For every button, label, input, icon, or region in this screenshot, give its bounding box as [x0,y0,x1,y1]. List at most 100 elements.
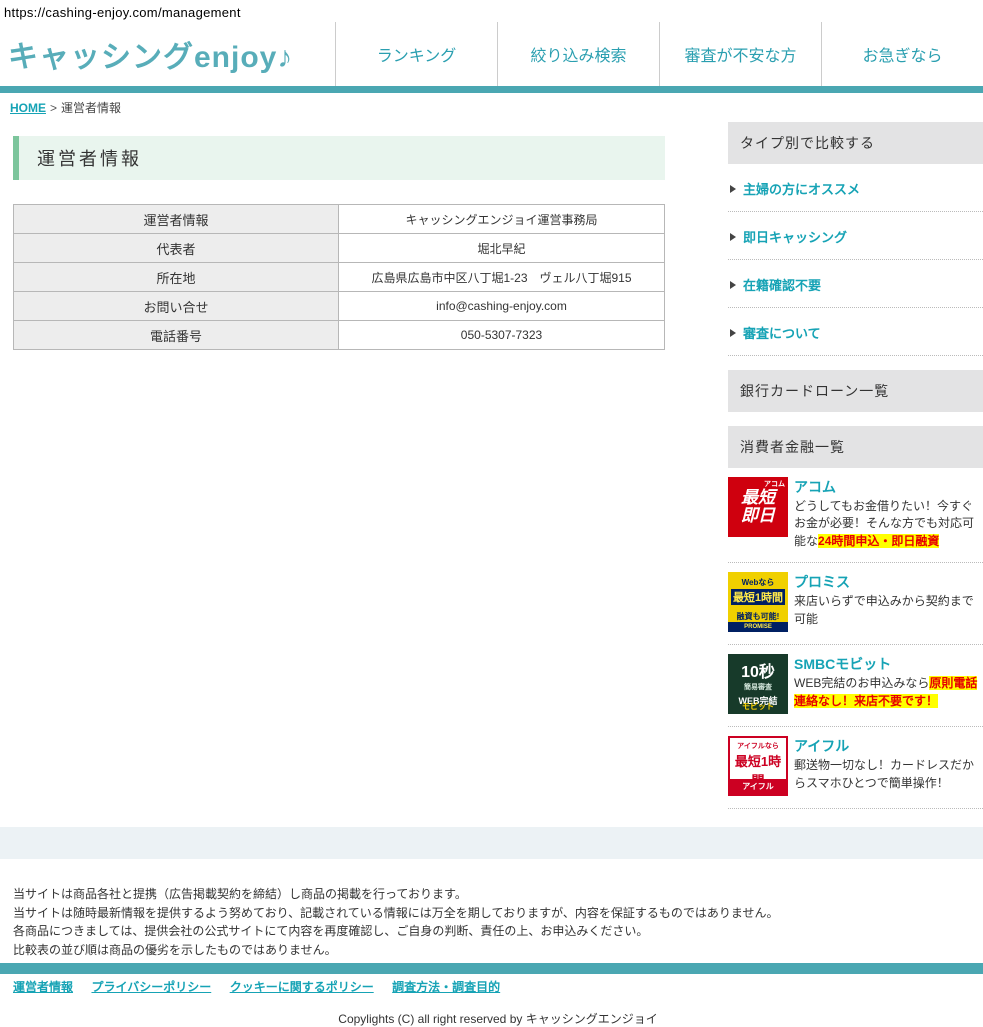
type-link-label[interactable]: 審査について [743,323,821,342]
nav-item-worried-about-screening[interactable]: 審査が不安な方 [659,22,821,86]
row-label: お問い合せ [14,292,339,321]
nav-item-ranking[interactable]: ランキング [335,22,497,86]
ad-item-smbc-mobit: 10秒 簡易審査 WEB完結 モビット SMBCモビット WEB完結のお申込みな… [728,645,983,727]
footer-link-survey-method[interactable]: 調査方法・調査目的 [392,980,500,994]
ad-thumb-text: 即日 [728,507,788,525]
row-label: 代表者 [14,234,339,263]
ad-desc-highlight: 24時間申込・即日融資 [818,534,939,548]
footer-link-privacy-policy[interactable]: プライバシーポリシー [91,980,211,994]
smbc-mobit-link[interactable]: SMBCモビット [794,654,891,674]
promise-link[interactable]: プロミス [794,572,850,592]
disclaimer-text: 当サイトは商品各社と提携（広告掲載契約を締結）し商品の掲載を行っております。 当… [13,885,983,959]
disclaimer-line: 当サイトは随時最新情報を提供するよう努めており、記載されている情報には万全を期し… [13,904,983,923]
breadcrumb: HOME > 運営者情報 [0,93,983,122]
triangle-bullet-icon [730,233,736,241]
ad-thumb-text: 簡易審査 [728,682,788,692]
page-title: 運営者情報 [37,145,142,171]
ad-thumb-text: Webなら [728,572,788,588]
ad-desc-text: 郵送物一切なし！カードレスだからスマホひとつで簡単操作！ [794,758,974,789]
acom-link[interactable]: アコム [794,477,836,497]
sidebar-item-about-screening[interactable]: 審査について [728,308,983,356]
type-link-label[interactable]: 即日キャッシング [743,227,847,246]
sidebar-header-bank-card-loans: 銀行カードローン一覧 [728,370,983,412]
main-column: 運営者情報 運営者情報 キャッシングエンジョイ運営事務局 代表者 堀北早紀 所在… [13,122,665,350]
breadcrumb-home-link[interactable]: HOME [10,101,46,115]
table-row: 所在地 広島県広島市中区八丁堀1-23 ヴェル八丁堀915 [14,263,665,292]
operator-info-table: 運営者情報 キャッシングエンジョイ運営事務局 代表者 堀北早紀 所在地 広島県広… [13,204,665,350]
row-value: キャッシングエンジョイ運営事務局 [339,205,665,234]
nav-item-in-a-hurry[interactable]: お急ぎなら [821,22,983,86]
ad-thumb-brand: アイフル [730,779,786,794]
aiful-ad-banner-image[interactable]: アイフルなら 最短1時間 融資も可能! アイフル [728,736,788,796]
triangle-bullet-icon [730,281,736,289]
ad-body: アコム どうしてもお金借りたい！今すぐお金が必要！そんな方でも対応可能な24時間… [794,477,983,550]
copyright-text: Copylights (C) all right reserved by キャッ… [13,1010,983,1027]
triangle-bullet-icon [730,329,736,337]
main-nav: ランキング 絞り込み検索 審査が不安な方 お急ぎなら [335,22,983,86]
ad-thumb-brand: モビット [728,701,788,712]
table-row: お問い合せ info@cashing-enjoy.com [14,292,665,321]
sidebar-item-no-employment-check[interactable]: 在籍確認不要 [728,260,983,308]
sidebar-item-housewife[interactable]: 主婦の方にオススメ [728,164,983,212]
sidebar: タイプ別で比較する 主婦の方にオススメ 即日キャッシング 在籍確認不要 審査につ… [728,122,983,809]
site-header: キャッシングenjoy♪ ランキング 絞り込み検索 審査が不安な方 お急ぎなら [0,22,983,86]
row-value: info@cashing-enjoy.com [339,292,665,321]
bottom-teal-bar [0,963,983,974]
aiful-link[interactable]: アイフル [794,736,849,756]
ad-body: SMBCモビット WEB完結のお申込みなら原則電話連絡なし！来店不要です！ [794,654,983,714]
type-link-label[interactable]: 主婦の方にオススメ [743,179,860,198]
ad-body: プロミス 来店いらずで申込みから契約まで可能 [794,572,983,632]
ad-thumb-text: 10秒 [728,654,788,682]
disclaimer-line: 当サイトは商品各社と提携（広告掲載契約を締結）し商品の掲載を行っております。 [13,885,983,904]
sidebar-header-compare-by-type: タイプ別で比較する [728,122,983,164]
url-bar: https://cashing-enjoy.com/management [0,0,983,22]
footer-top-band [0,827,983,859]
ad-body: アイフル 郵送物一切なし！カードレスだからスマホひとつで簡単操作！ [794,736,983,796]
ad-thumb-text: 最短1時間 [731,589,785,605]
ad-desc-text: 来店いらずで申込みから契約まで可能 [794,594,974,625]
site-logo[interactable]: キャッシングenjoy♪ [0,22,335,86]
content-area: 運営者情報 運営者情報 キャッシングエンジョイ運営事務局 代表者 堀北早紀 所在… [0,122,983,809]
ad-description: 来店いらずで申込みから契約まで可能 [794,593,983,628]
row-label: 電話番号 [14,321,339,350]
ad-thumb-text: 最短 [728,489,788,507]
ad-thumb-brand: PROMISE [728,622,788,632]
ad-item-promise: Webなら 最短1時間 融資も可能! PROMISE プロミス 来店いらずで申込… [728,563,983,645]
ad-description: WEB完結のお申込みなら原則電話連絡なし！来店不要です！ [794,675,983,710]
footer-link-operator-info[interactable]: 運営者情報 [13,980,73,994]
ad-thumb-text: 融資も可能! [728,606,788,622]
disclaimer-line: 各商品につきましては、提供会社の公式サイトにて内容を再度確認し、ご自身の判断、責… [13,922,983,941]
ad-description: どうしてもお金借りたい！今すぐお金が必要！そんな方でも対応可能な24時間申込・即… [794,498,983,550]
smbc-mobit-ad-banner-image[interactable]: 10秒 簡易審査 WEB完結 モビット [728,654,788,714]
sidebar-gap [728,412,983,426]
breadcrumb-separator: > [50,101,57,115]
sidebar-item-same-day-cashing[interactable]: 即日キャッシング [728,212,983,260]
table-row: 運営者情報 キャッシングエンジョイ運営事務局 [14,205,665,234]
row-label: 運営者情報 [14,205,339,234]
footer-links: 運営者情報 プライバシーポリシー クッキーに関するポリシー 調査方法・調査目的 [13,978,983,996]
nav-item-filter-search[interactable]: 絞り込み検索 [497,22,659,86]
row-value: 050-5307-7323 [339,321,665,350]
row-value: 広島県広島市中区八丁堀1-23 ヴェル八丁堀915 [339,263,665,292]
triangle-bullet-icon [730,185,736,193]
breadcrumb-current: 運営者情報 [61,101,121,115]
page-footer: 当サイトは商品各社と提携（広告掲載契約を締結）し商品の掲載を行っております。 当… [0,859,983,1026]
row-value: 堀北早紀 [339,234,665,263]
header-divider-bar [0,86,983,93]
sidebar-header-consumer-finance: 消費者金融一覧 [728,426,983,468]
ad-description: 郵送物一切なし！カードレスだからスマホひとつで簡単操作！ [794,757,983,792]
footer-link-cookie-policy[interactable]: クッキーに関するポリシー [230,980,374,994]
type-link-label[interactable]: 在籍確認不要 [743,275,821,294]
page-title-box: 運営者情報 [13,136,665,180]
ad-item-acom: アコム 最短 即日 アコム どうしてもお金借りたい！今すぐお金が必要！そんな方で… [728,468,983,563]
acom-ad-banner-image[interactable]: アコム 最短 即日 [728,477,788,537]
ad-desc-text: WEB完結のお申込みなら [794,676,929,690]
table-row: 電話番号 050-5307-7323 [14,321,665,350]
promise-ad-banner-image[interactable]: Webなら 最短1時間 融資も可能! PROMISE [728,572,788,632]
table-row: 代表者 堀北早紀 [14,234,665,263]
ad-thumb-text: アイフルなら [730,738,786,751]
type-link-list: 主婦の方にオススメ 即日キャッシング 在籍確認不要 審査について [728,164,983,356]
row-label: 所在地 [14,263,339,292]
disclaimer-line: 比較表の並び順は商品の優劣を示したものではありません。 [13,941,983,960]
ad-item-aiful: アイフルなら 最短1時間 融資も可能! アイフル アイフル 郵送物一切なし！カー… [728,727,983,809]
